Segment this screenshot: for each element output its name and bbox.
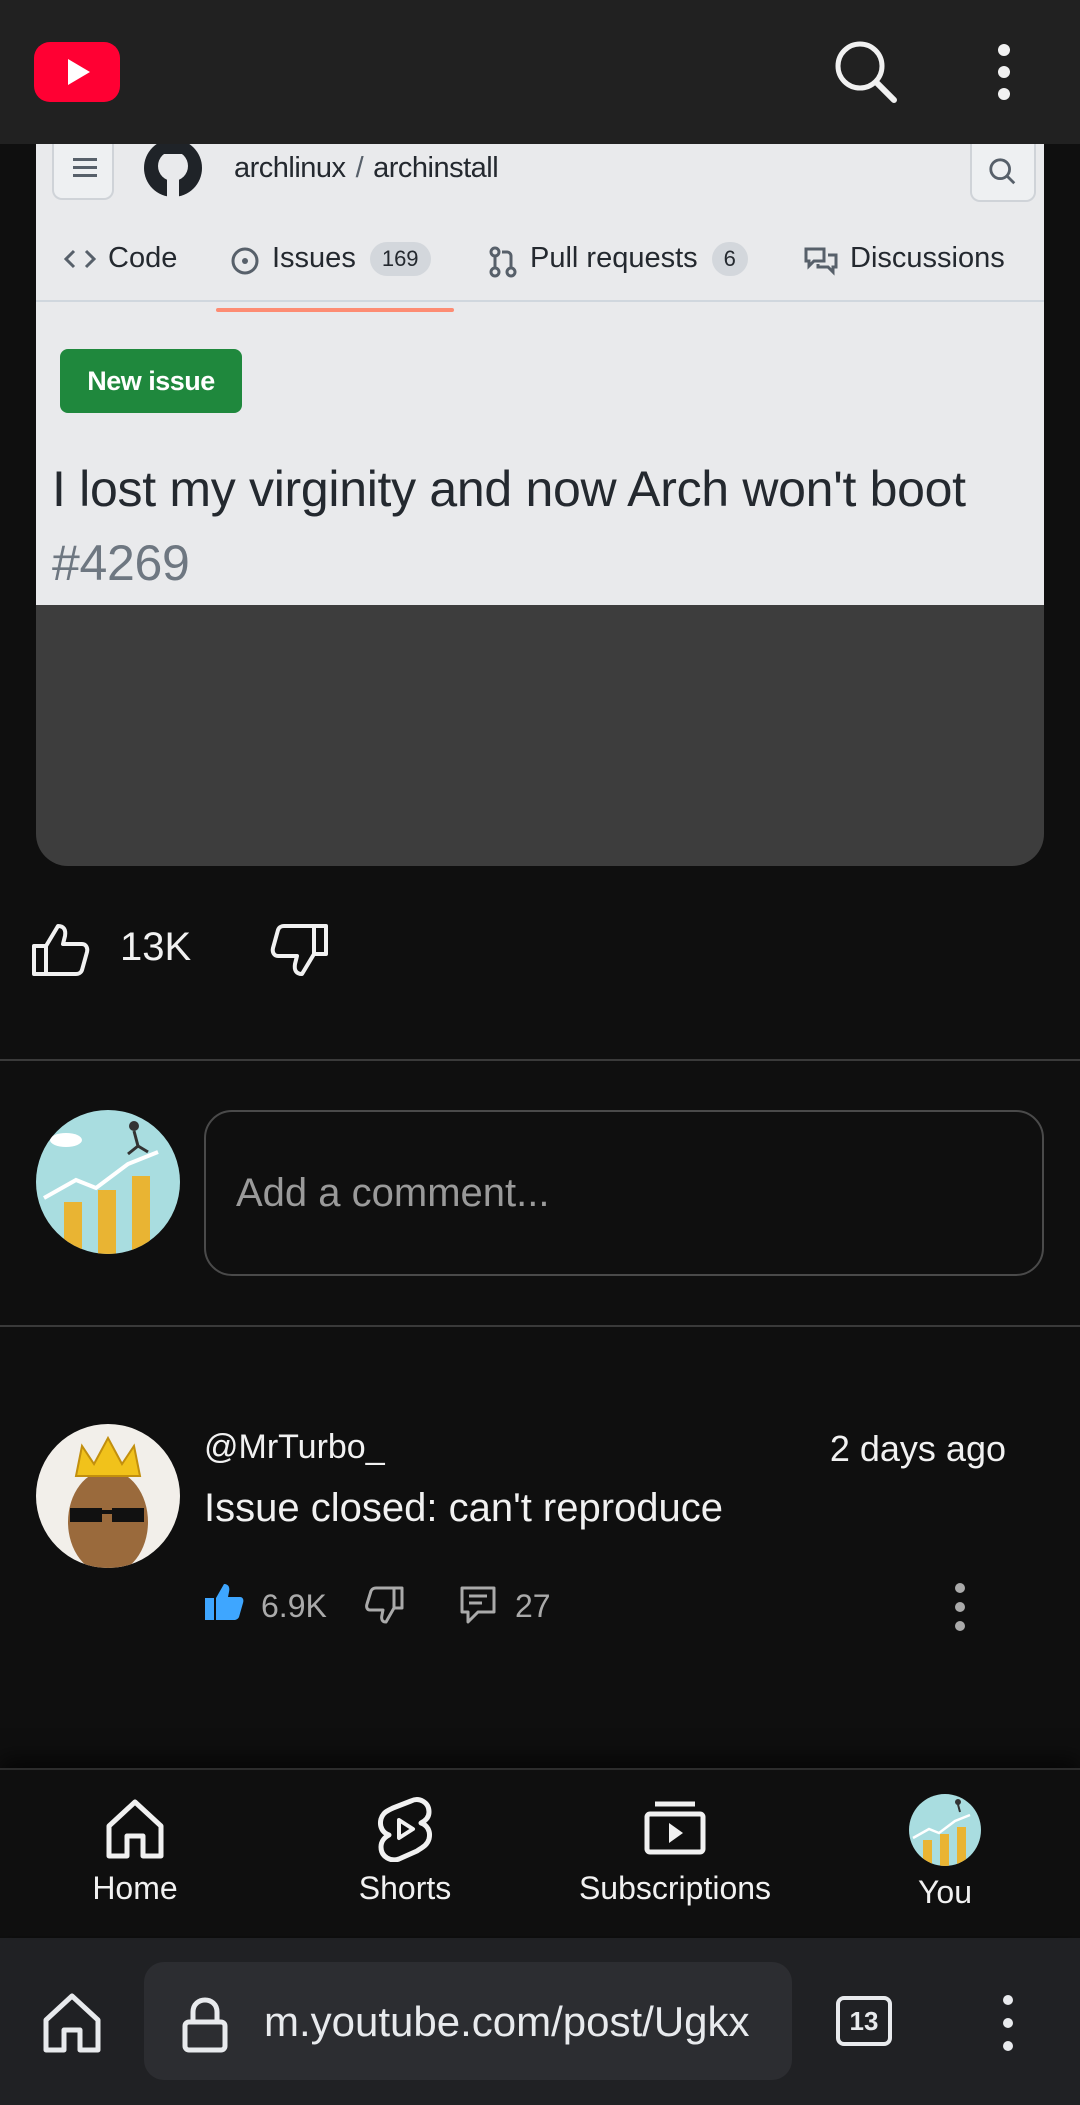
- avatar[interactable]: [36, 1110, 180, 1254]
- repo-name: archinstall: [373, 152, 499, 184]
- pull-request-icon: [489, 246, 517, 278]
- comment-like-count: 6.9K: [261, 1588, 327, 1624]
- tab-label: Code: [108, 242, 178, 274]
- issue-count-badge: 169: [369, 242, 431, 276]
- comment-author-avatar[interactable]: [36, 1424, 180, 1568]
- browser-home-icon[interactable]: [40, 1992, 104, 2054]
- divider: [0, 1059, 1080, 1061]
- tab-code: Code: [64, 242, 177, 302]
- issue-title-text: I lost my virginity and now Arch won't b…: [52, 461, 966, 517]
- thumbs-down-icon[interactable]: [270, 922, 330, 980]
- github-logo-icon: [144, 144, 202, 198]
- tab-selected-underline: [216, 308, 454, 312]
- thumbs-up-icon[interactable]: [30, 920, 90, 978]
- tab-switcher-button[interactable]: 13: [836, 1996, 892, 2046]
- thumbs-up-filled-icon[interactable]: [204, 1582, 244, 1622]
- repo-owner: archlinux: [234, 152, 346, 184]
- bottom-navigation: Home Shorts Subscriptions You: [0, 1768, 1080, 1936]
- youtube-logo-icon[interactable]: [34, 42, 120, 102]
- comment-input[interactable]: [206, 1112, 1042, 1274]
- issue-title: I lost my virginity and now Arch won't b…: [52, 452, 1012, 600]
- repo-tabs: Code Issues 169 Pull requests 6 Discussi…: [36, 242, 1044, 302]
- thumbs-down-icon[interactable]: [364, 1586, 404, 1626]
- nav-shorts[interactable]: Shorts: [270, 1770, 540, 1938]
- github-issue-screenshot: archlinux / archinstall Code Issues 169 Pu…: [36, 144, 1044, 605]
- search-icon[interactable]: [830, 36, 900, 106]
- tab-label: Discussions: [850, 242, 1005, 274]
- post-image[interactable]: archlinux / archinstall Code Issues 169 Pu…: [36, 144, 1044, 866]
- comment-more-icon[interactable]: [950, 1582, 970, 1632]
- search-icon: [970, 144, 1036, 202]
- nav-you[interactable]: You: [810, 1770, 1080, 1938]
- new-issue-button: New issue: [60, 349, 242, 413]
- nav-label: You: [918, 1874, 972, 1910]
- code-icon: [64, 249, 96, 269]
- menu-icon: [52, 144, 114, 200]
- divider: [0, 1325, 1080, 1327]
- subscriptions-icon: [644, 1801, 706, 1855]
- nav-label: Shorts: [358, 1870, 452, 1906]
- avatar: [909, 1794, 981, 1866]
- reply-icon[interactable]: [460, 1586, 496, 1624]
- comment-reply-count: 27: [515, 1588, 551, 1624]
- lock-icon[interactable]: [180, 1996, 230, 2054]
- nav-home[interactable]: Home: [0, 1770, 270, 1938]
- add-comment-field[interactable]: [204, 1110, 1044, 1276]
- repo-separator: /: [355, 152, 364, 184]
- tab-issues: Issues 169: [230, 242, 431, 302]
- repo-path: archlinux / archinstall: [234, 152, 499, 185]
- address-bar[interactable]: m.youtube.com/post/Ugkx: [144, 1962, 792, 2080]
- like-count: 13K: [120, 925, 192, 969]
- discussions-icon: [804, 247, 838, 276]
- tab-label: Pull requests: [530, 242, 698, 274]
- pull-request-count-badge: 6: [711, 242, 748, 276]
- comment-timestamp: 2 days ago: [829, 1428, 1006, 1469]
- browser-toolbar: m.youtube.com/post/Ugkx 13: [0, 1938, 1080, 2105]
- home-icon: [106, 1799, 164, 1859]
- comment-text: Issue closed: can't reproduce: [204, 1486, 724, 1530]
- nav-label: Subscriptions: [578, 1870, 772, 1906]
- tab-label: Issues: [272, 242, 356, 274]
- issue-icon: [231, 247, 259, 275]
- shorts-icon: [378, 1797, 432, 1862]
- browser-more-icon[interactable]: [996, 1992, 1020, 2054]
- url-text[interactable]: m.youtube.com/post/Ugkx: [264, 1998, 750, 2046]
- tab-discussions: Discussions: [804, 242, 1005, 302]
- nav-subscriptions[interactable]: Subscriptions: [540, 1770, 810, 1938]
- comment-author[interactable]: @MrTurbo_: [204, 1428, 385, 1467]
- nav-label: Home: [92, 1870, 178, 1906]
- more-vert-icon[interactable]: [986, 40, 1022, 104]
- tab-pull-requests: Pull requests 6: [488, 242, 748, 302]
- issue-number: #4269: [52, 535, 190, 591]
- app-bar: [0, 0, 1080, 144]
